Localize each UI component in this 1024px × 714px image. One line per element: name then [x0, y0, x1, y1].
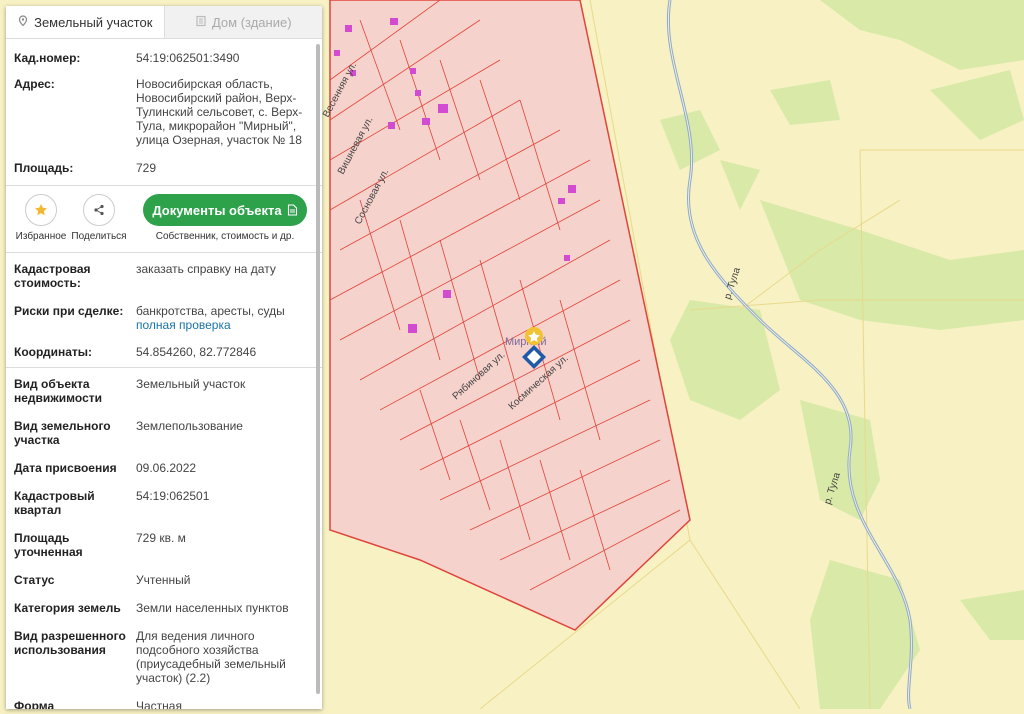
prop-label: Площадь уточненная: [14, 531, 83, 559]
prop-label: Дата присвоения: [14, 461, 117, 475]
prop-value: Для ведения личного подсобного хозяйства…: [136, 629, 286, 685]
tab-building[interactable]: Дом (здание): [163, 6, 322, 38]
cad-number-label: Кад.номер:: [14, 51, 81, 65]
prop-value: Частная: [136, 699, 182, 709]
tab-building-label: Дом (здание): [211, 14, 292, 30]
prop-label: Вид земельного участка: [14, 419, 111, 447]
cad-number-link[interactable]: 54:19:062501:3490: [136, 51, 314, 65]
divider: [6, 252, 322, 253]
prop-label: Вид разрешенного использования: [14, 629, 126, 657]
area-label: Площадь:: [14, 161, 74, 175]
favorite-button[interactable]: [25, 194, 57, 226]
risks-text: банкротства, аресты, суды: [136, 304, 285, 318]
documents-subtitle: Собственник, стоимость и др.: [155, 231, 295, 242]
row-risks: Риски при сделке: банкротства, аресты, с…: [6, 296, 322, 338]
prop-value: Земельный участок: [136, 377, 246, 391]
prop-row: Вид объекта недвижимости Земельный участо…: [6, 372, 322, 411]
actions-bar: Избранное Поделиться Документы объекта С…: [6, 190, 322, 246]
address-label: Адрес:: [14, 77, 55, 91]
coords-value: 54.854260, 82.772846: [136, 345, 257, 359]
prop-row: Форма собственности Частная: [6, 691, 322, 709]
documents-button[interactable]: Документы объекта: [143, 194, 307, 226]
prop-row: Категория земель Земли населенных пунктов: [6, 593, 322, 621]
prop-label: Форма собственности: [14, 699, 55, 709]
prop-row: Вид земельного участка Землепользование: [6, 411, 322, 453]
share-icon: [94, 204, 104, 216]
divider: [6, 367, 322, 368]
full-check-link[interactable]: полная проверка: [136, 318, 308, 332]
coords-label: Координаты:: [14, 345, 93, 359]
row-coords: Координаты: 54.854260, 82.772846: [6, 338, 322, 365]
prop-value: 729 кв. м: [136, 531, 186, 545]
share-label: Поделиться: [71, 231, 127, 242]
prop-row: Статус Учтенный: [6, 565, 322, 593]
documents-block: Документы объекта Собственник, стоимость…: [134, 194, 316, 242]
documents-button-label: Документы объекта: [152, 202, 282, 218]
panel-tabs: Земельный участок Дом (здание): [6, 6, 322, 39]
prop-row: Вид разрешенного использования Для ведени…: [6, 621, 322, 691]
row-area: Площадь: 729: [6, 153, 322, 181]
prop-row: Площадь уточненная 729 кв. м: [6, 523, 322, 565]
tab-land-plot[interactable]: Земельный участок: [6, 6, 164, 38]
pin-icon: [17, 14, 29, 30]
prop-value: Земли населенных пунктов: [136, 601, 289, 615]
info-panel: Земельный участок Дом (здание) Кад.номер…: [6, 6, 322, 709]
prop-label: Вид объекта недвижимости: [14, 377, 102, 405]
prop-label: Кадастровый квартал: [14, 489, 95, 517]
row-cad-value: Кадастровая стоимость: заказать справку …: [6, 257, 322, 296]
risks-value: банкротства, аресты, суды полная проверк…: [136, 304, 314, 332]
order-certificate-link[interactable]: заказать справку на дату: [136, 262, 314, 290]
favorite-label: Избранное: [15, 231, 67, 242]
prop-label: Статус: [14, 573, 55, 587]
panel-scrollbar[interactable]: [316, 44, 320, 694]
share-action[interactable]: Поделиться: [70, 194, 128, 242]
row-cad-number: Кад.номер: 54:19:062501:3490: [6, 39, 322, 71]
row-address: Адрес: Новосибирская область, Новосибирс…: [6, 71, 322, 153]
address-value: Новосибирская область, Новосибирский рай…: [136, 77, 303, 147]
star-icon: [35, 204, 47, 216]
prop-label: Категория земель: [14, 601, 121, 615]
risks-label: Риски при сделке:: [14, 304, 124, 318]
share-button[interactable]: [83, 194, 115, 226]
cad-value-label: Кадастровая стоимость:: [14, 262, 91, 290]
prop-value: 54:19:062501: [136, 489, 210, 503]
prop-row: Дата присвоения 09.06.2022: [6, 453, 322, 481]
panel-content: Кад.номер: 54:19:062501:3490 Адрес: Ново…: [6, 39, 322, 709]
divider: [6, 185, 322, 186]
prop-value: Землепользование: [136, 419, 243, 433]
prop-value: Учтенный: [136, 573, 191, 587]
area-value: 729: [136, 161, 157, 175]
tab-land-plot-label: Земельный участок: [34, 14, 153, 30]
properties-list: Вид объекта недвижимости Земельный участо…: [6, 372, 322, 709]
favorite-action[interactable]: Избранное: [12, 194, 70, 242]
building-icon: [195, 15, 207, 30]
prop-value: 09.06.2022: [136, 461, 197, 475]
document-icon: [287, 204, 297, 216]
prop-row: Кадастровый квартал 54:19:062501: [6, 481, 322, 523]
